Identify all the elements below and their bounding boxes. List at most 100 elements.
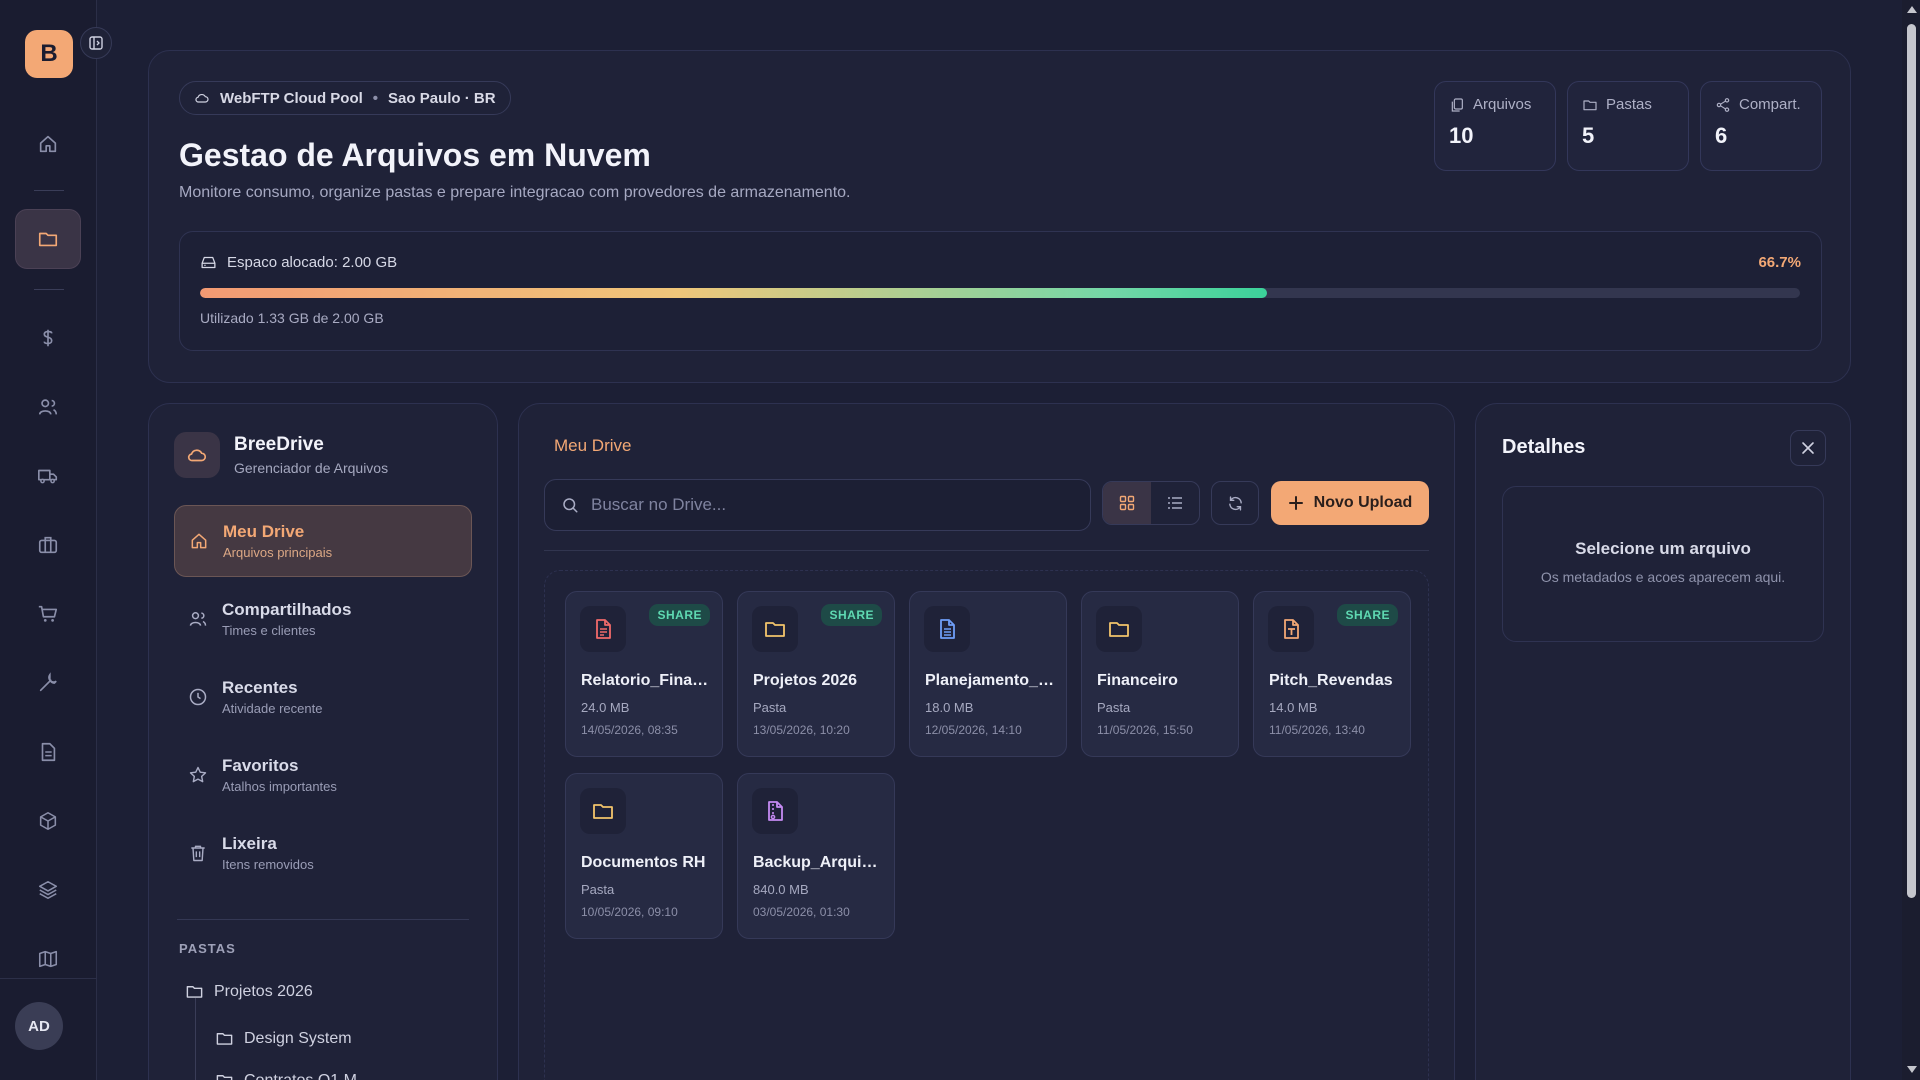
box-icon: [39, 811, 57, 831]
stat-folders-label: Pastas: [1606, 96, 1652, 113]
users-icon: [38, 399, 58, 415]
nav-item-shared[interactable]: Compartilhados Times e clientes: [174, 583, 472, 655]
folder-icon: [216, 1033, 233, 1045]
file-date: 14/05/2026, 08:35: [581, 723, 678, 737]
shared-badge: SHARE: [649, 604, 710, 626]
search-box: [544, 479, 1091, 531]
refresh-icon: [1228, 495, 1242, 511]
rail-cart-button[interactable]: [15, 584, 81, 644]
rail-finance-button[interactable]: [15, 308, 81, 368]
search-input[interactable]: [591, 495, 1071, 515]
brand: BreeDrive Gerenciador de Arquivos: [174, 432, 388, 478]
stat-shared-label: Compart.: [1739, 96, 1801, 113]
nav-item-favorites[interactable]: Favoritos Atalhos importantes: [174, 739, 472, 811]
cart-icon: [38, 605, 58, 622]
file-name: Relatorio_Financeiro: [581, 672, 713, 689]
file-icon-box: [1096, 606, 1142, 652]
rail-delivery-button[interactable]: [15, 446, 81, 506]
file-card[interactable]: SHARE Relatorio_Financeiro 24.0 MB 14/05…: [565, 591, 723, 757]
file-size: Pasta: [1097, 700, 1131, 715]
rail-users-button[interactable]: [15, 377, 81, 437]
close-details-button[interactable]: [1790, 430, 1826, 466]
rail-documents-button[interactable]: [15, 722, 81, 782]
files-icon: [1451, 97, 1463, 112]
file-grid: SHARE Relatorio_Financeiro 24.0 MB 14/05…: [544, 570, 1429, 1080]
rail-files-button[interactable]: [15, 209, 81, 269]
shared-badge: SHARE: [1337, 604, 1398, 626]
home-icon: [191, 533, 207, 549]
rail-home-button[interactable]: [15, 114, 81, 174]
rail-layers-button[interactable]: [15, 860, 81, 920]
file-card[interactable]: SHARE Projetos 2026 Pasta 13/05/2026, 10…: [737, 591, 895, 757]
app-rail: B AD: [0, 0, 112, 1080]
file-size: Pasta: [753, 700, 787, 715]
file-name: Planejamento_Q2: [925, 672, 1057, 689]
sidebar-toggle-button[interactable]: [80, 27, 112, 59]
stat-files-value: 10: [1449, 123, 1474, 148]
file-name: Backup_Arquivos: [753, 854, 885, 871]
file-date: 11/05/2026, 15:50: [1097, 723, 1193, 737]
rail-briefcase-button[interactable]: [15, 515, 81, 575]
cloud-icon: [195, 93, 209, 103]
service-name: WebFTP Cloud Pool: [220, 89, 363, 107]
nav-item-my-drive[interactable]: Meu Drive Arquivos principais: [174, 505, 472, 577]
nav-item-recent[interactable]: Recentes Atividade recente: [174, 661, 472, 733]
page-subtitle: Monitore consumo, organize pastas e prep…: [179, 184, 851, 201]
list-view-button[interactable]: [1151, 482, 1199, 524]
storage-used-text: Utilizado 1.33 GB de 2.00 GB: [200, 310, 384, 326]
app-logo[interactable]: B: [25, 30, 73, 78]
pdf-icon: [596, 619, 611, 639]
storage-card: Espaco alocado: 2.00 GB 66.7% Utilizado …: [179, 231, 1822, 351]
folder-tree-item[interactable]: Projetos 2026: [185, 982, 313, 1001]
drive-sidebar: BreeDrive Gerenciador de Arquivos Meu Dr…: [148, 403, 498, 1080]
file-name: Financeiro: [1097, 672, 1178, 689]
nav-item-label: Compartilhados: [222, 600, 352, 619]
rail-packages-button[interactable]: [15, 791, 81, 851]
file-icon-box: [752, 788, 798, 834]
refresh-button[interactable]: [1211, 481, 1259, 525]
doc-icon: [940, 619, 955, 639]
file-card[interactable]: Documentos RH Pasta 10/05/2026, 09:10: [565, 773, 723, 939]
shared-badge: SHARE: [821, 604, 882, 626]
folder-tree-label: Contratos Q1.M: [244, 1071, 357, 1080]
header-card: WebFTP Cloud Pool • Sao Paulo · BR Gesta…: [148, 50, 1851, 383]
empty-title: Selecione um arquivo: [1575, 539, 1751, 558]
file-card[interactable]: SHARE Pitch_Revendas 14.0 MB 11/05/2026,…: [1253, 591, 1411, 757]
nav-item-trash[interactable]: Lixeira Itens removidos: [174, 817, 472, 889]
panel-toggle-icon: [89, 36, 103, 50]
file-card[interactable]: Financeiro Pasta 11/05/2026, 15:50: [1081, 591, 1239, 757]
pill-separator: •: [372, 89, 379, 107]
new-upload-label: Novo Upload: [1313, 494, 1413, 511]
folder-icon: [593, 804, 613, 819]
new-upload-button[interactable]: Novo Upload: [1271, 481, 1429, 525]
folder-tree-item[interactable]: Contratos Q1.M: [215, 1071, 357, 1080]
folder-icon: [1109, 622, 1129, 637]
file-card[interactable]: Backup_Arquivos 840.0 MB 03/05/2026, 01:…: [737, 773, 895, 939]
scroll-up-icon[interactable]: [1907, 6, 1917, 13]
rail-tools-button[interactable]: [15, 653, 81, 713]
file-card[interactable]: Planejamento_Q2 18.0 MB 12/05/2026, 14:1…: [909, 591, 1067, 757]
storage-label: Espaco alocado: 2.00 GB: [227, 254, 398, 271]
user-avatar[interactable]: AD: [15, 1002, 63, 1050]
details-panel: Detalhes Selecione um arquivo Os metadad…: [1475, 403, 1851, 1080]
users-icon: [189, 612, 207, 626]
nav-item-sub: Atividade recente: [222, 701, 323, 716]
scroll-down-icon[interactable]: [1907, 1066, 1917, 1073]
stat-shared-value: 6: [1715, 123, 1728, 148]
trash-icon: [191, 845, 205, 862]
page-scrollbar[interactable]: [1902, 0, 1920, 1080]
star-icon: [189, 766, 207, 783]
share-icon: [1716, 97, 1730, 112]
file-icon-box: [1268, 606, 1314, 652]
folder-tree-item[interactable]: Design System: [215, 1029, 352, 1048]
breadcrumb[interactable]: Meu Drive: [554, 436, 631, 456]
details-title: Detalhes: [1502, 436, 1586, 458]
storage-percent: 66.7%: [1758, 254, 1801, 271]
file-size: 18.0 MB: [925, 700, 974, 715]
rail-map-button[interactable]: [15, 929, 81, 989]
grid-view-button[interactable]: [1103, 482, 1151, 524]
scroll-thumb[interactable]: [1907, 24, 1916, 898]
stat-folders: Pastas 5: [1567, 81, 1689, 171]
nav-item-sub: Arquivos principais: [223, 545, 333, 560]
file-size: 840.0 MB: [753, 882, 809, 897]
